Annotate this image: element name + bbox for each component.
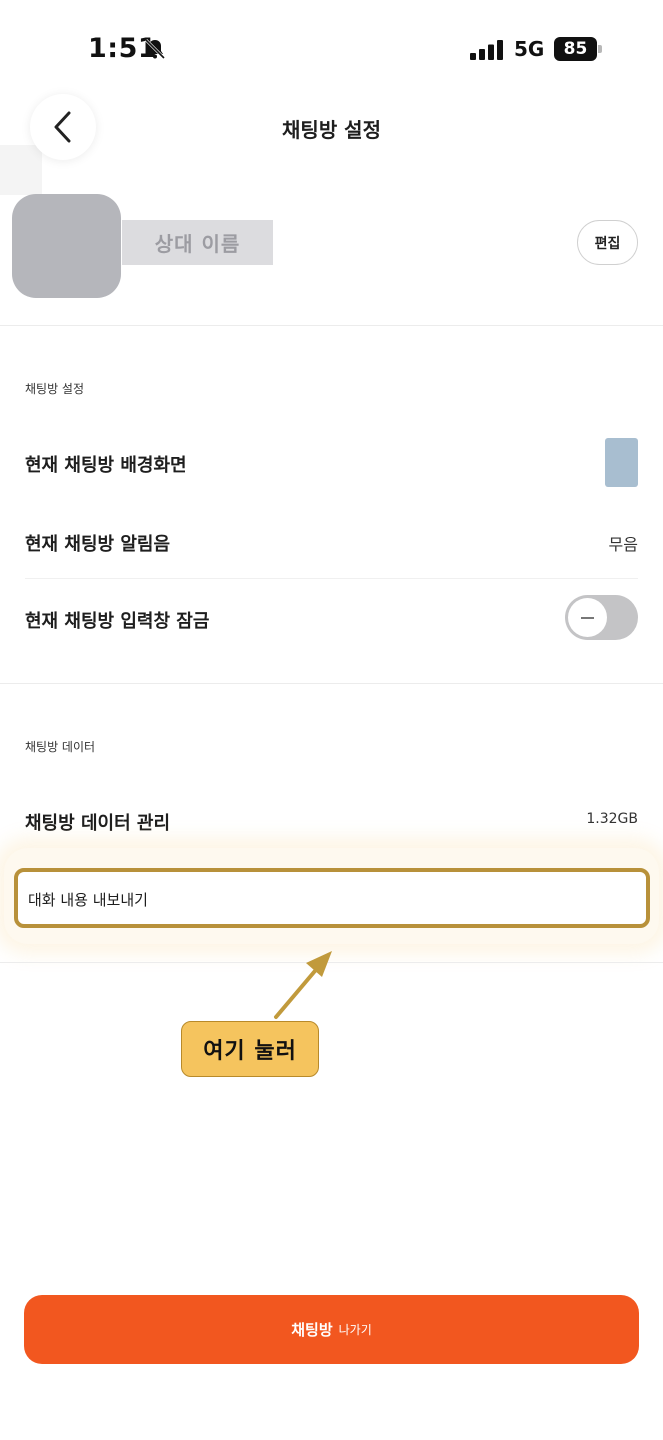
export-chat-label: 대화 내용 내보내기 xyxy=(28,891,148,909)
leave-chat-button[interactable]: 채팅방 나가기 xyxy=(24,1295,639,1364)
hint-badge: 여기 눌러 xyxy=(181,1021,319,1077)
avatar[interactable] xyxy=(12,194,121,298)
status-bar: 1:51 5G 85 xyxy=(0,0,663,90)
section-label-chat-data: 채팅방 데이터 xyxy=(25,740,96,754)
page-title: 채팅방 설정 xyxy=(282,118,381,142)
battery-level: 85 xyxy=(554,37,597,61)
battery-icon: 85 xyxy=(554,37,602,61)
export-chat-row[interactable]: 대화 내용 내보내기 xyxy=(14,868,650,928)
toggle-knob xyxy=(568,598,607,637)
data-manage-row-label[interactable]: 채팅방 데이터 관리 xyxy=(25,809,170,835)
profile-name: 상대 이름 xyxy=(122,220,273,265)
divider xyxy=(25,578,638,579)
input-lock-row-label: 현재 채팅방 입력창 잠금 xyxy=(25,611,210,632)
leave-chat-label-suffix: 나가기 xyxy=(338,1323,372,1337)
pointer-arrow-icon xyxy=(274,951,332,1019)
bell-slash-icon xyxy=(144,38,166,60)
data-size-value: 1.32GB xyxy=(586,811,638,827)
leave-chat-label: 채팅방 xyxy=(291,1321,333,1339)
divider xyxy=(0,683,663,684)
notification-sound-row-label[interactable]: 현재 채팅방 알림음 xyxy=(25,530,170,556)
edit-button[interactable]: 편집 xyxy=(577,220,638,265)
notification-sound-value: 무음 xyxy=(608,535,638,554)
signal-icon xyxy=(470,40,503,60)
network-type: 5G xyxy=(514,37,545,61)
input-lock-toggle[interactable] xyxy=(565,595,638,640)
wallpaper-row-label[interactable]: 현재 채팅방 배경화면 xyxy=(25,451,187,477)
wallpaper-preview[interactable] xyxy=(605,438,638,487)
background-shade xyxy=(0,145,42,195)
section-label-chat-settings: 채팅방 설정 xyxy=(25,382,85,396)
divider xyxy=(0,325,663,326)
